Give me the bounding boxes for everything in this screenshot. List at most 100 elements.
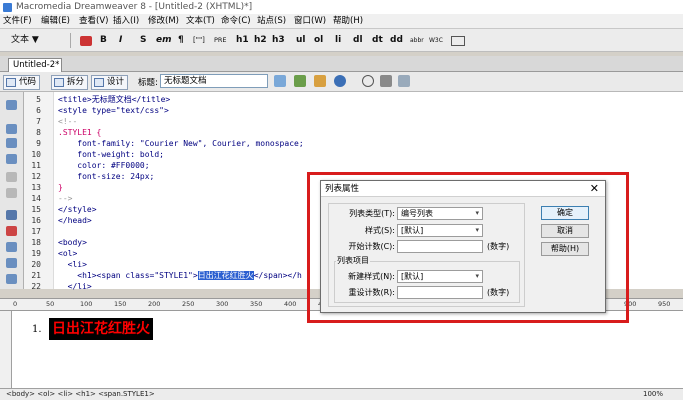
heading1-button[interactable]: h1 [236,33,249,48]
styled-heading-text[interactable]: 日出江花红胜火 [49,318,153,340]
line-number: 7 [36,117,41,126]
list-type-select[interactable]: 编号列表 ▾ [397,207,483,220]
line-numbers-icon[interactable] [6,210,17,220]
menu-help[interactable]: 帮助(H) [333,14,363,29]
highlight-invalid-icon[interactable] [6,226,17,236]
list-type-value: 编号列表 [401,209,433,218]
reset-count-input[interactable] [397,286,483,299]
style-select[interactable]: [默认] ▾ [397,224,483,237]
insert-toolbar: 文本 ▼ B I S em ¶ [""] PRE h1 h2 h3 ul ol … [0,29,683,52]
refresh-icon[interactable] [362,75,374,87]
preformatted-button[interactable]: PRE [214,33,227,48]
line-number: 10 [31,150,41,159]
new-style-select[interactable]: [默认] ▾ [397,270,483,283]
bold-button[interactable]: B [100,33,107,48]
chevron-down-icon: ▾ [475,209,479,217]
definition-list-button[interactable]: dl [353,33,363,48]
list-type-label: 列表类型(T): [349,209,395,218]
start-count-unit: (数字) [487,242,510,251]
italic-button[interactable]: I [119,33,122,48]
tab-untitled-2[interactable]: Untitled-2* [8,58,62,72]
window-title-bar: Macromedia Dreamweaver 8 - [Untitled-2 (… [0,0,683,14]
coding-toolbar [0,92,24,289]
menu-commands[interactable]: 命令(C) [221,14,251,29]
line-number: 21 [31,271,41,280]
strong-button[interactable]: S [140,33,146,48]
font-tag-icon[interactable] [80,36,92,46]
list-item-button[interactable]: li [335,33,341,48]
toolbar-divider [70,33,71,48]
wrap-tag-icon[interactable] [6,274,17,284]
file-management-icon[interactable] [274,75,286,87]
blockquote-button[interactable]: [""] [193,33,205,48]
status-bar: <body> <ol> <li> <h1> <span.STYLE1> 100% [0,388,683,400]
page-title-input[interactable]: 无标题文档 [160,74,268,88]
code-line-suffix: </span></h [253,271,302,280]
view-options-icon[interactable] [380,75,392,87]
design-view-label: 设计 [107,77,125,87]
acronym-button[interactable]: W3C [429,33,443,48]
heading2-button[interactable]: h2 [254,33,267,48]
code-line: <!-- [58,117,78,126]
select-parent-tag-icon[interactable] [6,172,17,182]
remove-comment-icon[interactable] [6,258,17,268]
line-number: 18 [31,238,41,247]
split-view-icon [54,78,64,87]
dialog-title: 列表属性 [325,184,360,194]
reset-count-label: 重设计数(R): [348,288,396,297]
preview-browser-icon[interactable] [294,75,306,87]
line-number: 22 [31,282,41,291]
validate-markup-icon[interactable] [334,75,346,87]
line-number: 14 [31,194,41,203]
tag-selector[interactable]: <body> <ol> <li> <h1> <span.STYLE1> [6,390,155,398]
zoom-level[interactable]: 100% [643,389,663,400]
start-count-input[interactable] [397,240,483,253]
menu-site[interactable]: 站点(S) [257,14,286,29]
help-button[interactable]: 帮助(H) [541,242,589,256]
ruler-label: 50 [46,300,55,308]
code-line: <h1><span class="STYLE1">日出江花红胜火</span><… [58,270,302,281]
open-documents-icon[interactable] [6,100,17,110]
menu-insert[interactable]: 插入(I) [113,14,139,29]
line-number: 6 [36,106,41,115]
balance-braces-icon[interactable] [6,188,17,198]
line-number: 15 [31,205,41,214]
menu-text[interactable]: 文本(T) [186,14,215,29]
ruler-label: 150 [114,300,127,308]
emphasis-button[interactable]: em [156,33,171,48]
abbreviation-button[interactable]: abbr [410,33,424,48]
code-view-button[interactable]: 代码 [3,75,41,90]
ok-button[interactable]: 确定 [541,206,589,220]
menu-window[interactable]: 窗口(W) [294,14,326,29]
cancel-button[interactable]: 取消 [541,224,589,238]
debug-browser-icon[interactable] [314,75,326,87]
definition-description-button[interactable]: dd [390,33,403,48]
toolbar-category-dropdown[interactable]: 文本 ▼ [11,33,39,48]
menu-edit[interactable]: 编辑(E) [41,14,70,29]
new-style-label: 新建样式(N): [348,272,395,281]
ruler-label: 300 [216,300,229,308]
menu-file[interactable]: 文件(F) [3,14,32,29]
unordered-list-button[interactable]: ul [296,33,306,48]
heading3-button[interactable]: h3 [272,33,285,48]
visual-aids-icon[interactable] [398,75,410,87]
design-view-button[interactable]: 设计 [91,75,129,90]
paragraph-button[interactable]: ¶ [178,33,184,48]
ruler-label: 100 [80,300,93,308]
close-icon[interactable]: ✕ [590,182,599,196]
document-tab-strip [0,56,683,72]
collapse-tag-icon[interactable] [6,124,17,134]
code-view-icon [6,78,16,87]
ordered-list-button[interactable]: ol [314,33,323,48]
apply-comment-icon[interactable] [6,242,17,252]
menu-modify[interactable]: 修改(M) [148,14,179,29]
characters-icon[interactable] [451,36,465,46]
menu-view[interactable]: 查看(V) [79,14,108,29]
code-line: <style type="text/css"> [58,106,169,115]
split-view-button[interactable]: 拆分 [51,75,89,90]
line-number: 17 [31,227,41,236]
expand-all-icon[interactable] [6,154,17,164]
code-line: <li> [58,260,87,269]
collapse-selection-icon[interactable] [6,138,17,148]
definition-term-button[interactable]: dt [372,33,383,48]
